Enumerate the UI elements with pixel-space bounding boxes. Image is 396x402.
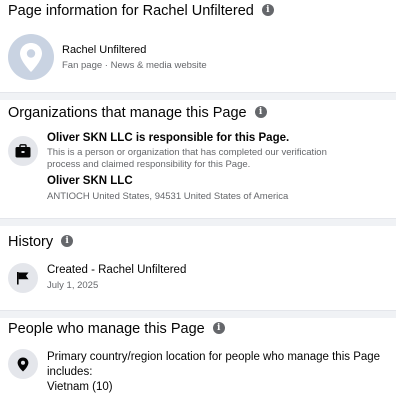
map-marker-icon [17,357,29,371]
section-divider [0,310,396,318]
organization-address: ANTIOCH United States, 94531 United Stat… [47,191,289,202]
organizations-title: Organizations that manage this Page [8,105,247,121]
history-heading: History i [8,234,74,250]
people-heading: People who manage this Page i [8,321,225,337]
people-title: People who manage this Page [8,321,205,337]
map-marker-icon-circle [8,349,38,379]
responsible-heading: Oliver SKN LLC is responsible for this P… [47,132,290,144]
people-location-line1: Primary country/region location for peop… [47,351,381,363]
info-icon[interactable]: i [254,106,267,119]
history-event-label: Created - Rachel Unfiltered [47,264,187,276]
responsible-description-line2: process and claimed responsibility for t… [47,159,251,170]
info-icon[interactable]: i [212,322,225,335]
page-info-title: Page information for Rachel Unfiltered [8,3,254,19]
location-pin-icon [20,43,42,72]
organizations-heading: Organizations that manage this Page i [8,105,267,121]
briefcase-icon-circle [8,136,38,166]
history-title: History [8,234,54,250]
organization-name: Oliver SKN LLC [47,175,133,187]
page-name[interactable]: Rachel Unfiltered [62,44,146,56]
page-category: Fan page · News & media website [62,60,207,71]
responsible-description-line1: This is a person or organization that ha… [47,147,327,158]
history-section: History i Created - Rachel Unfiltered Jul… [0,226,396,310]
briefcase-icon [15,144,31,158]
flag-icon [17,272,29,285]
section-divider [0,218,396,226]
page-transparency-panel: Page information for Rachel Unfiltered i … [0,0,396,402]
history-event-date: July 1, 2025 [47,280,99,291]
flag-icon-circle [8,263,38,293]
page-info-heading: Page information for Rachel Unfiltered i [8,3,274,19]
info-icon[interactable]: i [261,4,274,17]
people-location-line2: includes: [47,366,93,378]
people-location-value: Vietnam (10) [47,381,113,393]
info-icon[interactable]: i [61,235,74,248]
page-avatar[interactable] [8,34,54,80]
page-info-section: Page information for Rachel Unfiltered i … [0,0,396,92]
organizations-section: Organizations that manage this Page i Oli… [0,100,396,218]
section-divider [0,92,396,100]
people-section: People who manage this Page i Primary cou… [0,318,396,402]
